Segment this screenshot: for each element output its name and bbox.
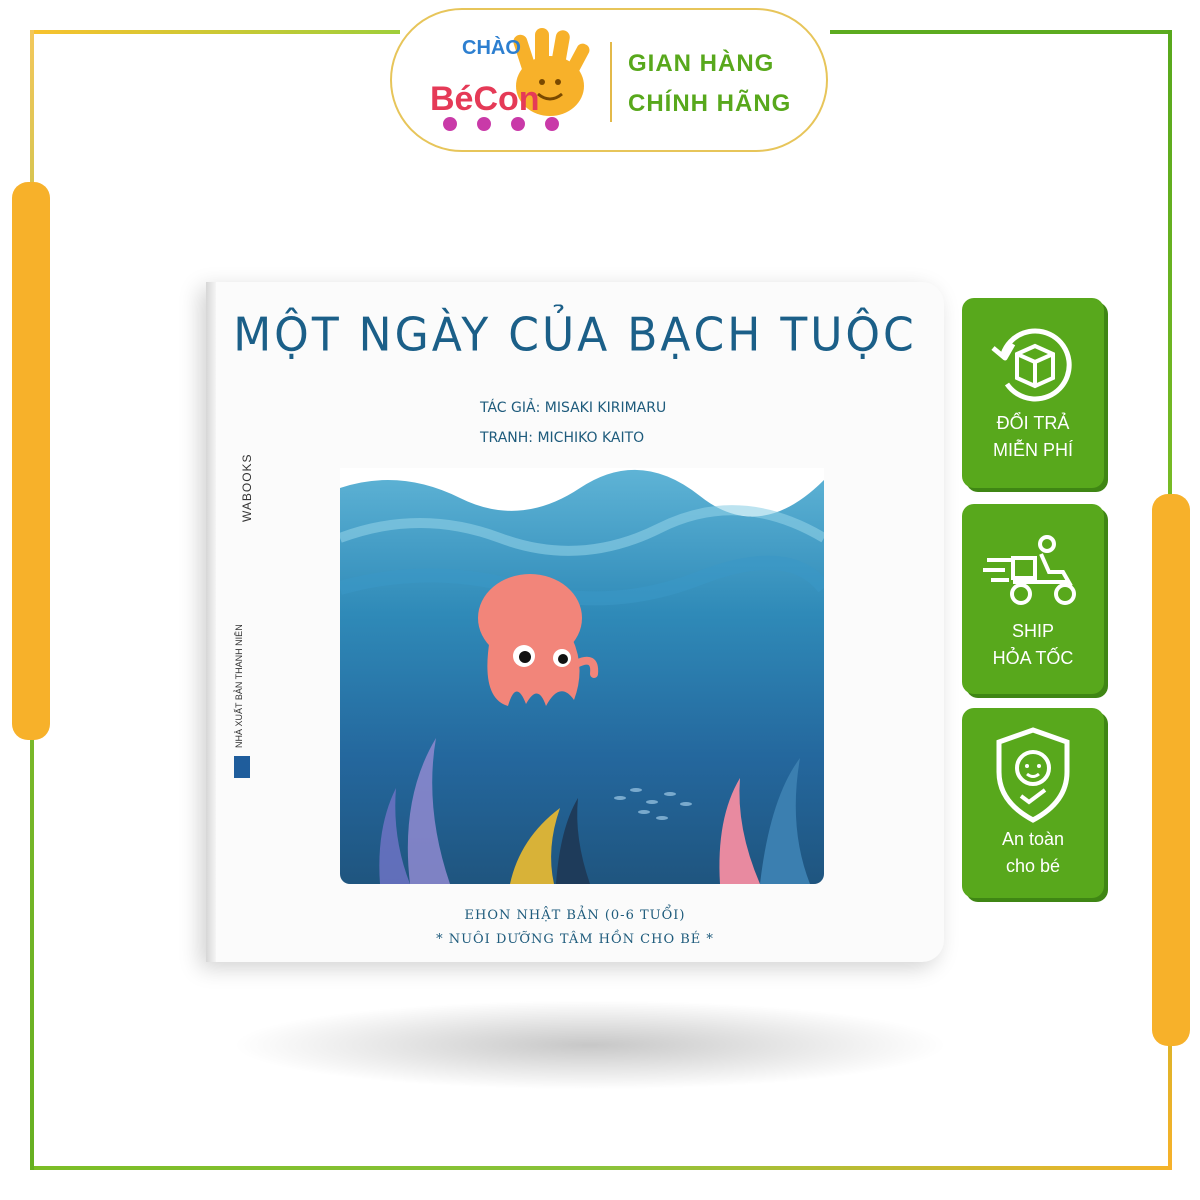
spine-publisher: WABOOKS bbox=[240, 453, 254, 522]
return-box-icon bbox=[991, 328, 1072, 402]
official-store-line1: GIAN HÀNG bbox=[628, 50, 775, 77]
book-illustrator: TRANH: MICHIKO KAITO bbox=[480, 430, 645, 446]
publisher-logo bbox=[234, 756, 250, 778]
logo-main-text: BéCon bbox=[430, 80, 540, 118]
feature-baby-safe: An toàn cho bé bbox=[962, 708, 1104, 898]
delivery-scooter-icon bbox=[983, 535, 1076, 605]
book-cover: MỘT NGÀY CỦA BẠCH TUỘC TÁC GIẢ: MISAKI K… bbox=[206, 282, 944, 962]
spine-publishing-house: NHÀ XUẤT BẢN THANH NIÊN bbox=[234, 624, 244, 748]
book-author: TÁC GIẢ: MISAKI KIRIMARU bbox=[480, 400, 667, 416]
logo-top-text: CHÀO bbox=[462, 36, 521, 59]
frame-border-bottom bbox=[30, 1166, 1172, 1170]
feature-express-ship: SHIP HỎA TỐC bbox=[962, 504, 1104, 694]
book-title: MỘT NGÀY CỦA BẠCH TUỘC bbox=[233, 308, 917, 363]
frame-border-top-left bbox=[30, 30, 400, 34]
feature-express-ship-line2: HỎA TỐC bbox=[992, 648, 1074, 668]
feature-express-ship-line1: SHIP bbox=[1011, 621, 1054, 641]
brand-badge: CHÀO BéCon GIAN HÀNG CHÍNH HÃNG bbox=[390, 8, 828, 152]
book-shadow bbox=[230, 1000, 950, 1090]
octopus-ocean-illustration bbox=[340, 468, 824, 884]
feature-free-return-line2: MIỄN PHÍ bbox=[992, 440, 1073, 460]
feature-free-return: ĐỔI TRẢ MIỄN PHÍ bbox=[962, 298, 1104, 488]
series-label: EHON NHẬT BẢN (0-6 TUỔI) bbox=[464, 908, 686, 923]
badge-divider bbox=[610, 42, 612, 122]
book-spine bbox=[206, 282, 216, 962]
book-tagline: * NUÔI DƯỠNG TÂM HỒN CHO BÉ * bbox=[436, 932, 714, 947]
feature-free-return-line1: ĐỔI TRẢ bbox=[996, 413, 1070, 433]
feature-baby-safe-line2: cho bé bbox=[1005, 856, 1061, 876]
decor-pill-right bbox=[1152, 494, 1190, 1046]
baby-shield-icon bbox=[996, 727, 1070, 823]
decor-pill-left bbox=[12, 182, 50, 740]
frame-border-top-right bbox=[830, 30, 1172, 34]
official-store-line2: CHÍNH HÃNG bbox=[628, 90, 792, 117]
feature-baby-safe-line1: An toàn bbox=[1001, 829, 1065, 849]
brand-logo: CHÀO BéCon bbox=[430, 28, 590, 131]
